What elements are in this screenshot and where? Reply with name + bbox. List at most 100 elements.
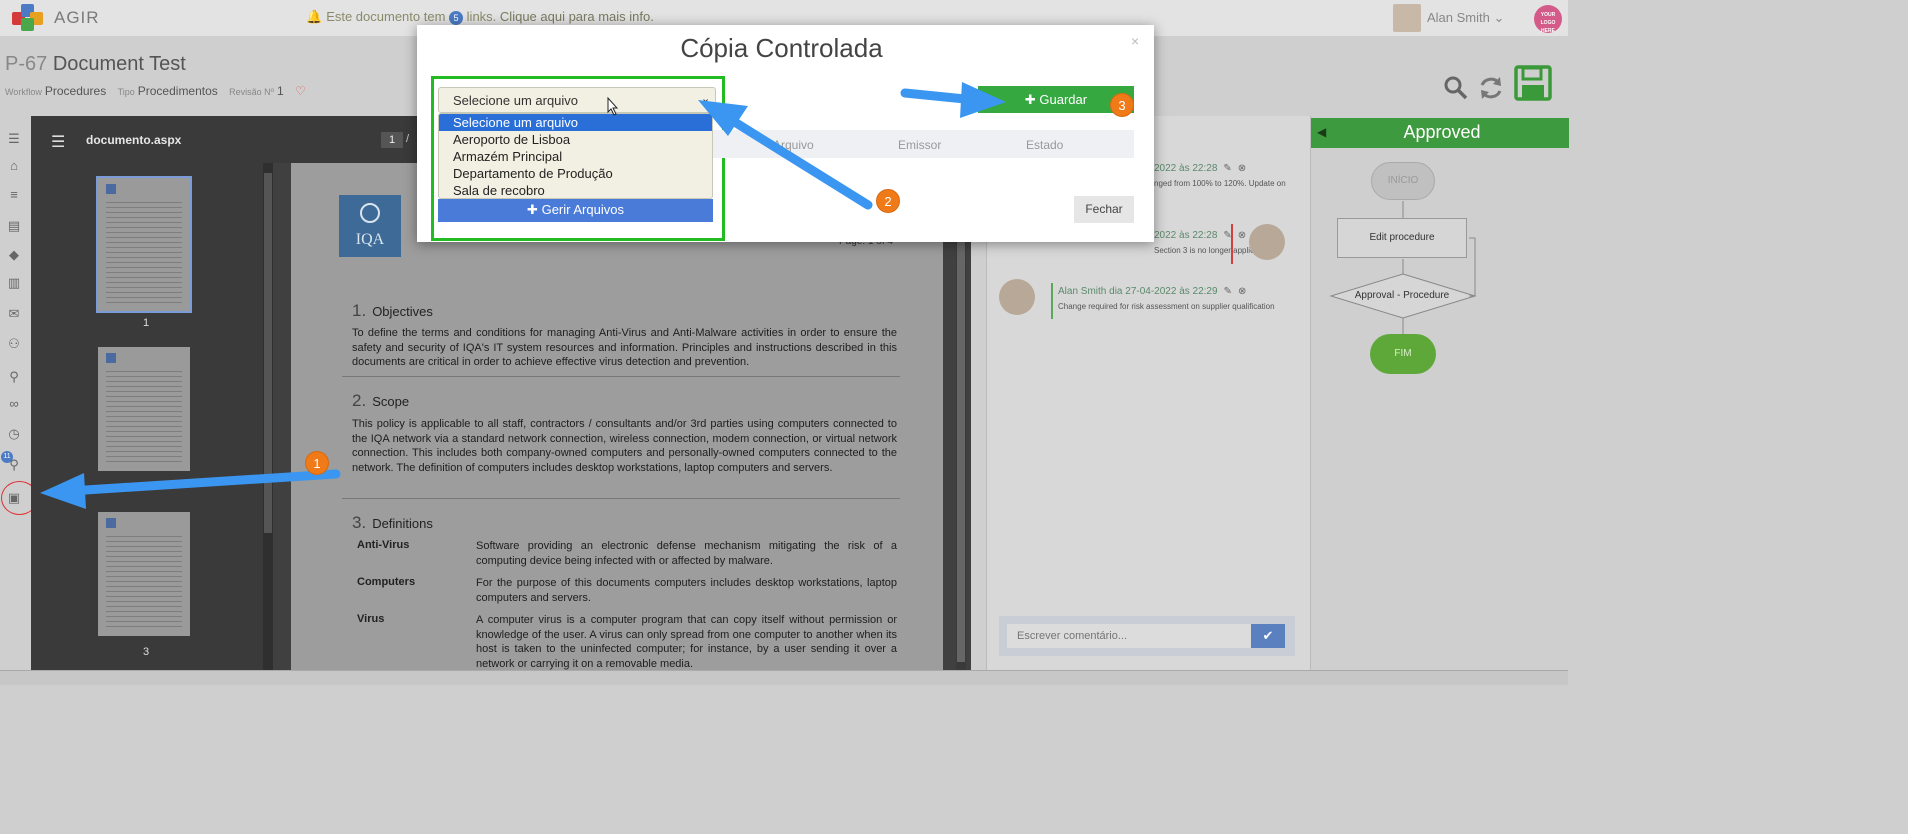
file-select-value: Selecione um arquivo bbox=[453, 93, 579, 108]
page-separator: / bbox=[406, 133, 410, 145]
controlled-copy-modal: Cópia Controlada × Selecione um arquivo … bbox=[417, 25, 1154, 242]
bell-icon: 🔔 bbox=[306, 9, 323, 24]
notice-link[interactable]: Clique aqui para mais info. bbox=[500, 9, 654, 24]
thumbnail-page-2[interactable] bbox=[98, 347, 190, 471]
workflow-end-node[interactable]: FIM bbox=[1370, 334, 1436, 374]
sidebar-toggle-icon[interactable]: ☰ bbox=[51, 132, 65, 152]
workflow-value: Procedures bbox=[44, 84, 107, 98]
thumbnail-page-3[interactable] bbox=[98, 512, 190, 636]
section-title: 1. Objectives bbox=[352, 301, 433, 320]
definition-text: A computer virus is a computer program t… bbox=[476, 614, 897, 670]
comment-item: Alan Smith dia 27-04-2022 às 22:29 ✎ ⊗ Cha… bbox=[1058, 286, 1275, 311]
user-avatar[interactable] bbox=[1393, 4, 1421, 32]
delete-icon[interactable]: ⊗ bbox=[1238, 163, 1246, 174]
close-icon[interactable]: × bbox=[1131, 33, 1139, 49]
document-icon[interactable]: ▤ bbox=[6, 219, 22, 233]
delete-icon[interactable]: ⊗ bbox=[1238, 286, 1246, 297]
links-notice: 🔔 Este documento tem 5 links. Clique aqui… bbox=[306, 9, 654, 25]
dropdown-option[interactable]: Armazém Principal bbox=[439, 148, 712, 165]
file-select[interactable]: Selecione um arquivo ⌄ bbox=[438, 87, 716, 113]
file-select-dropdown: Selecione um arquivo Aeroporto de Lisboa… bbox=[438, 113, 713, 199]
revision-value: 1 bbox=[276, 84, 284, 98]
list-icon[interactable]: ≡ bbox=[6, 188, 22, 202]
page-number-input[interactable]: 1 bbox=[381, 132, 403, 148]
workflow-panel: ◀ Approved INÍCIO Edit procedure Approva… bbox=[1310, 116, 1569, 670]
clock-icon[interactable]: ◷ bbox=[6, 427, 22, 441]
workflow-decision-node[interactable]: Approval - Procedure bbox=[1339, 290, 1465, 301]
user-name: Alan Smith bbox=[1427, 10, 1490, 25]
comment-input[interactable] bbox=[1007, 624, 1251, 648]
column-header: Arquivo bbox=[773, 138, 814, 152]
step-badge: 2 bbox=[876, 189, 900, 213]
dropdown-option[interactable]: Selecione um arquivo bbox=[439, 114, 712, 131]
dropdown-option[interactable]: Departamento de Produção bbox=[439, 165, 712, 182]
app-logo-icon[interactable] bbox=[12, 4, 44, 32]
workflow-start-node[interactable]: INÍCIO bbox=[1371, 162, 1435, 200]
check-icon: ✔ bbox=[1262, 628, 1274, 643]
type-value: Procedimentos bbox=[137, 84, 218, 98]
thumbnail-pane: 1 3 bbox=[31, 163, 273, 670]
step-badge: 1 bbox=[305, 451, 329, 475]
definition-text: For the purpose of this documents comput… bbox=[476, 577, 897, 604]
thumbnail-label: 1 bbox=[142, 317, 150, 329]
footer-bar bbox=[0, 670, 1568, 685]
left-nav: ☰ ⌂ ≡ ▤ ◆ ▥ ✉ ⚇ ⚲ ∞ ◷ ⚲ 11 ▣ bbox=[0, 116, 30, 670]
dropdown-option[interactable]: Sala de recobro bbox=[439, 182, 712, 198]
definition-text: Software providing an electronic defense… bbox=[476, 540, 897, 567]
manage-files-label: Gerir Arquivos bbox=[541, 202, 624, 217]
thumbnail-label: 3 bbox=[142, 646, 150, 658]
column-header: Estado bbox=[1026, 138, 1064, 152]
step-badge: 3 bbox=[1110, 93, 1134, 117]
plus-icon: ✚ bbox=[1024, 92, 1036, 107]
page-title: P-67 Document Test bbox=[5, 53, 186, 76]
document-title: Document Test bbox=[52, 53, 186, 75]
comment-marker bbox=[1051, 283, 1053, 319]
close-button[interactable]: Fechar bbox=[1074, 196, 1134, 223]
print-icon[interactable]: ▥ bbox=[6, 276, 22, 290]
column-header: Emissor bbox=[898, 138, 942, 152]
section-title: 2. Scope bbox=[352, 391, 410, 410]
copies-table-header: Arquivo Emissor Estado bbox=[713, 130, 1134, 158]
comment-item: 2022 às 22:28 ✎ ⊗ nged from 100% to 120%. … bbox=[1154, 163, 1286, 188]
document-code: P-67 bbox=[5, 53, 48, 75]
plus-icon: ✚ bbox=[527, 202, 538, 217]
delete-icon[interactable]: ⊗ bbox=[1238, 230, 1246, 241]
save-disk-icon[interactable] bbox=[1514, 65, 1552, 101]
users-icon[interactable]: ⚇ bbox=[6, 337, 22, 351]
nav-count-badge: 11 bbox=[1, 451, 13, 463]
home-icon[interactable]: ⌂ bbox=[6, 159, 22, 173]
modal-title: Cópia Controlada bbox=[680, 33, 883, 63]
divider bbox=[342, 498, 900, 499]
workflow-label: Workflow bbox=[5, 87, 42, 97]
manage-files-button[interactable]: ✚ Gerir Arquivos bbox=[438, 199, 713, 222]
edit-icon[interactable]: ✎ bbox=[1224, 286, 1232, 297]
dropdown-option[interactable]: Aeroporto de Lisboa bbox=[439, 131, 712, 148]
link-icon[interactable]: ∞ bbox=[6, 397, 22, 411]
tag-icon[interactable]: ◆ bbox=[6, 248, 22, 262]
refresh-icon[interactable] bbox=[1477, 74, 1505, 102]
edit-icon[interactable]: ✎ bbox=[1223, 163, 1231, 174]
definition-term: Virus bbox=[357, 613, 385, 625]
chevron-down-icon: ⌄ bbox=[701, 93, 711, 105]
mail-icon[interactable]: ✉ bbox=[6, 307, 22, 321]
user-menu[interactable]: Alan Smith ⌄ bbox=[1427, 10, 1504, 26]
notice-text: Este documento tem bbox=[326, 9, 446, 24]
section-text: This policy is applicable to all staff, … bbox=[352, 418, 897, 474]
workflow-task-node[interactable]: Edit procedure bbox=[1337, 218, 1467, 258]
definition-term: Anti-Virus bbox=[357, 539, 410, 551]
document-meta: Workflow Procedures Tipo Procedimentos Rev… bbox=[5, 84, 306, 98]
menu-icon[interactable]: ☰ bbox=[6, 132, 22, 146]
links-count-badge: 5 bbox=[449, 11, 464, 25]
thumbnail-page-1[interactable] bbox=[96, 176, 192, 313]
app-name: AGIR bbox=[54, 8, 100, 27]
attachment-icon[interactable]: ⚲ bbox=[6, 370, 22, 384]
comment-marker bbox=[1231, 224, 1233, 264]
favorite-heart-icon[interactable]: ♡ bbox=[295, 84, 306, 98]
iqa-logo: IQA bbox=[339, 195, 401, 257]
search-icon[interactable] bbox=[1443, 75, 1469, 101]
save-label: Guardar bbox=[1039, 92, 1088, 107]
thumbnail-scrollbar[interactable] bbox=[263, 163, 273, 670]
section-text: To define the terms and conditions for m… bbox=[352, 327, 897, 368]
section-title: 3. Definitions bbox=[352, 513, 433, 532]
send-comment-button[interactable]: ✔ bbox=[1251, 624, 1285, 648]
